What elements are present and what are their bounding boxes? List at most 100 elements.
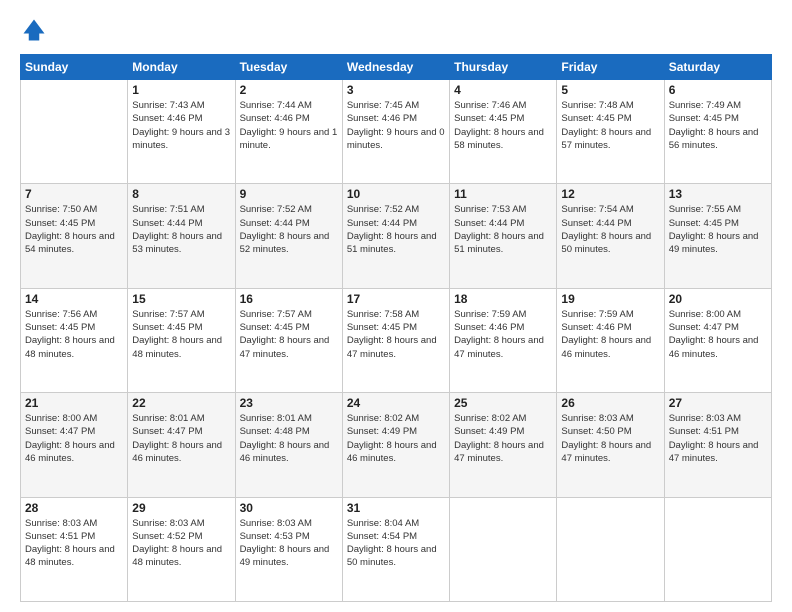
day-info: Sunrise: 7:52 AMSunset: 4:44 PMDaylight:…: [240, 203, 338, 256]
day-number: 8: [132, 187, 230, 201]
day-number: 30: [240, 501, 338, 515]
calendar-cell: 16Sunrise: 7:57 AMSunset: 4:45 PMDayligh…: [235, 288, 342, 392]
day-number: 9: [240, 187, 338, 201]
day-number: 1: [132, 83, 230, 97]
day-info: Sunrise: 7:56 AMSunset: 4:45 PMDaylight:…: [25, 308, 123, 361]
calendar-cell: 12 Sunrise: 7:54 AMSunset: 4:44 PMDayligh…: [557, 184, 664, 288]
day-number: 31: [347, 501, 445, 515]
page: SundayMondayTuesdayWednesdayThursdayFrid…: [0, 0, 792, 612]
day-number: 27: [669, 396, 767, 410]
day-info: Sunrise: 7:57 AMSunset: 4:45 PMDaylight:…: [132, 308, 230, 361]
day-number: 12: [561, 187, 659, 201]
calendar-cell: [21, 80, 128, 184]
day-info: Sunrise: 7:59 AMSunset: 4:46 PMDaylight:…: [561, 308, 659, 361]
calendar-cell: 1 Sunrise: 7:43 AMSunset: 4:46 PMDaylight…: [128, 80, 235, 184]
day-info: Sunrise: 8:03 AMSunset: 4:51 PMDaylight:…: [669, 412, 767, 465]
day-info: Sunrise: 7:58 AMSunset: 4:45 PMDaylight:…: [347, 308, 445, 361]
calendar-cell: [557, 497, 664, 601]
calendar-table: SundayMondayTuesdayWednesdayThursdayFrid…: [20, 54, 772, 602]
calendar-cell: 19 Sunrise: 7:59 AMSunset: 4:46 PMDayligh…: [557, 288, 664, 392]
day-number: 10: [347, 187, 445, 201]
day-number: 29: [132, 501, 230, 515]
day-number: 6: [669, 83, 767, 97]
calendar-cell: 23Sunrise: 8:01 AMSunset: 4:48 PMDayligh…: [235, 393, 342, 497]
day-info: Sunrise: 7:50 AMSunset: 4:45 PMDaylight:…: [25, 203, 123, 256]
calendar-week-row: 28 Sunrise: 8:03 AMSunset: 4:51 PMDayligh…: [21, 497, 772, 601]
calendar-cell: 2Sunrise: 7:44 AMSunset: 4:46 PMDaylight…: [235, 80, 342, 184]
day-number: 22: [132, 396, 230, 410]
calendar-header-tuesday: Tuesday: [235, 55, 342, 80]
day-number: 26: [561, 396, 659, 410]
calendar-cell: [450, 497, 557, 601]
day-number: 28: [25, 501, 123, 515]
day-info: Sunrise: 8:02 AMSunset: 4:49 PMDaylight:…: [347, 412, 445, 465]
calendar-cell: 30Sunrise: 8:03 AMSunset: 4:53 PMDayligh…: [235, 497, 342, 601]
day-info: Sunrise: 7:52 AMSunset: 4:44 PMDaylight:…: [347, 203, 445, 256]
calendar-cell: 6 Sunrise: 7:49 AMSunset: 4:45 PMDaylight…: [664, 80, 771, 184]
calendar-header-friday: Friday: [557, 55, 664, 80]
day-number: 15: [132, 292, 230, 306]
day-info: Sunrise: 8:01 AMSunset: 4:47 PMDaylight:…: [132, 412, 230, 465]
day-info: Sunrise: 8:00 AMSunset: 4:47 PMDaylight:…: [669, 308, 767, 361]
calendar-week-row: 14 Sunrise: 7:56 AMSunset: 4:45 PMDayligh…: [21, 288, 772, 392]
day-info: Sunrise: 8:03 AMSunset: 4:52 PMDaylight:…: [132, 517, 230, 570]
day-number: 21: [25, 396, 123, 410]
calendar-cell: [664, 497, 771, 601]
calendar-cell: 10 Sunrise: 7:52 AMSunset: 4:44 PMDayligh…: [342, 184, 449, 288]
day-info: Sunrise: 7:55 AMSunset: 4:45 PMDaylight:…: [669, 203, 767, 256]
logo-icon: [20, 16, 48, 44]
calendar-cell: 18Sunrise: 7:59 AMSunset: 4:46 PMDayligh…: [450, 288, 557, 392]
calendar-header-saturday: Saturday: [664, 55, 771, 80]
calendar-header-sunday: Sunday: [21, 55, 128, 80]
day-number: 17: [347, 292, 445, 306]
day-info: Sunrise: 7:46 AMSunset: 4:45 PMDaylight:…: [454, 99, 552, 152]
calendar-cell: 29 Sunrise: 8:03 AMSunset: 4:52 PMDayligh…: [128, 497, 235, 601]
day-info: Sunrise: 8:04 AMSunset: 4:54 PMDaylight:…: [347, 517, 445, 570]
calendar-cell: 21Sunrise: 8:00 AMSunset: 4:47 PMDayligh…: [21, 393, 128, 497]
day-number: 11: [454, 187, 552, 201]
day-info: Sunrise: 7:59 AMSunset: 4:46 PMDaylight:…: [454, 308, 552, 361]
calendar-cell: 26 Sunrise: 8:03 AMSunset: 4:50 PMDayligh…: [557, 393, 664, 497]
day-info: Sunrise: 8:01 AMSunset: 4:48 PMDaylight:…: [240, 412, 338, 465]
calendar-cell: 5Sunrise: 7:48 AMSunset: 4:45 PMDaylight…: [557, 80, 664, 184]
calendar-week-row: 1 Sunrise: 7:43 AMSunset: 4:46 PMDaylight…: [21, 80, 772, 184]
calendar-cell: 9 Sunrise: 7:52 AMSunset: 4:44 PMDaylight…: [235, 184, 342, 288]
day-number: 25: [454, 396, 552, 410]
day-info: Sunrise: 8:03 AMSunset: 4:50 PMDaylight:…: [561, 412, 659, 465]
day-number: 20: [669, 292, 767, 306]
calendar-cell: 4Sunrise: 7:46 AMSunset: 4:45 PMDaylight…: [450, 80, 557, 184]
day-info: Sunrise: 7:53 AMSunset: 4:44 PMDaylight:…: [454, 203, 552, 256]
day-number: 3: [347, 83, 445, 97]
day-info: Sunrise: 7:48 AMSunset: 4:45 PMDaylight:…: [561, 99, 659, 152]
day-info: Sunrise: 7:43 AMSunset: 4:46 PMDaylight:…: [132, 99, 230, 152]
day-info: Sunrise: 8:02 AMSunset: 4:49 PMDaylight:…: [454, 412, 552, 465]
day-info: Sunrise: 7:49 AMSunset: 4:45 PMDaylight:…: [669, 99, 767, 152]
calendar-week-row: 21Sunrise: 8:00 AMSunset: 4:47 PMDayligh…: [21, 393, 772, 497]
logo: [20, 16, 52, 44]
calendar-cell: 15 Sunrise: 7:57 AMSunset: 4:45 PMDayligh…: [128, 288, 235, 392]
calendar-cell: 13 Sunrise: 7:55 AMSunset: 4:45 PMDayligh…: [664, 184, 771, 288]
calendar-header-row: SundayMondayTuesdayWednesdayThursdayFrid…: [21, 55, 772, 80]
day-number: 19: [561, 292, 659, 306]
day-info: Sunrise: 7:45 AMSunset: 4:46 PMDaylight:…: [347, 99, 445, 152]
day-info: Sunrise: 7:57 AMSunset: 4:45 PMDaylight:…: [240, 308, 338, 361]
day-info: Sunrise: 7:51 AMSunset: 4:44 PMDaylight:…: [132, 203, 230, 256]
calendar-cell: 28 Sunrise: 8:03 AMSunset: 4:51 PMDayligh…: [21, 497, 128, 601]
day-number: 2: [240, 83, 338, 97]
calendar-week-row: 7 Sunrise: 7:50 AMSunset: 4:45 PMDaylight…: [21, 184, 772, 288]
calendar-cell: 25 Sunrise: 8:02 AMSunset: 4:49 PMDayligh…: [450, 393, 557, 497]
day-info: Sunrise: 7:54 AMSunset: 4:44 PMDaylight:…: [561, 203, 659, 256]
calendar-cell: 8 Sunrise: 7:51 AMSunset: 4:44 PMDaylight…: [128, 184, 235, 288]
day-number: 24: [347, 396, 445, 410]
day-number: 13: [669, 187, 767, 201]
calendar-cell: 17 Sunrise: 7:58 AMSunset: 4:45 PMDayligh…: [342, 288, 449, 392]
calendar-header-monday: Monday: [128, 55, 235, 80]
calendar-cell: 11 Sunrise: 7:53 AMSunset: 4:44 PMDayligh…: [450, 184, 557, 288]
calendar-cell: 24 Sunrise: 8:02 AMSunset: 4:49 PMDayligh…: [342, 393, 449, 497]
calendar-cell: 20 Sunrise: 8:00 AMSunset: 4:47 PMDayligh…: [664, 288, 771, 392]
calendar-cell: 7 Sunrise: 7:50 AMSunset: 4:45 PMDaylight…: [21, 184, 128, 288]
day-info: Sunrise: 8:03 AMSunset: 4:51 PMDaylight:…: [25, 517, 123, 570]
day-number: 7: [25, 187, 123, 201]
calendar-cell: 27 Sunrise: 8:03 AMSunset: 4:51 PMDayligh…: [664, 393, 771, 497]
day-number: 14: [25, 292, 123, 306]
